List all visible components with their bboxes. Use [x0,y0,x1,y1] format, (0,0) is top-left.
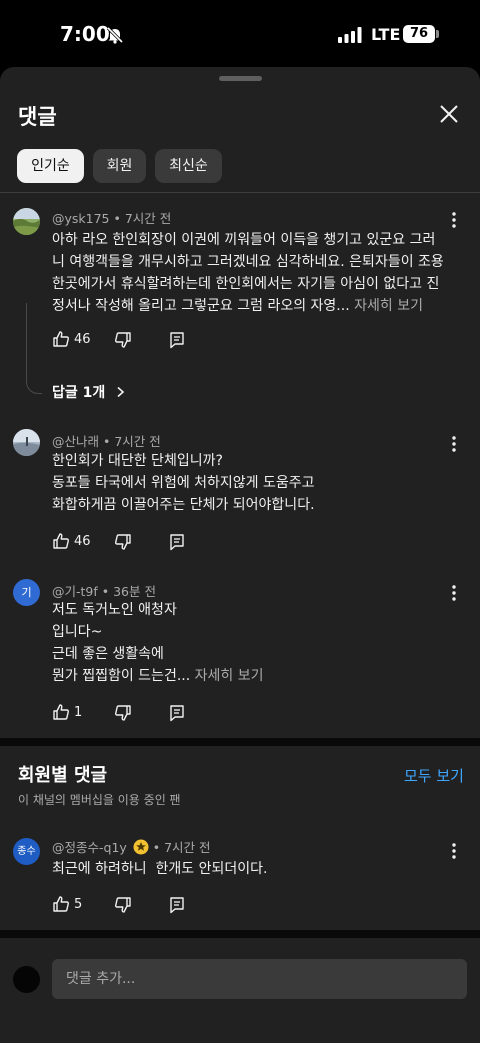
thumb-up-icon[interactable] [52,895,70,913]
battery-tip [436,30,439,38]
sheet-title: 댓글 [18,105,57,129]
member-badge-icon [133,839,149,855]
more-vert-icon[interactable] [444,210,464,230]
drag-handle[interactable] [219,76,262,81]
close-icon[interactable] [436,101,462,127]
comment-time: 7시간 전 [114,434,161,449]
current-user-avatar [13,966,40,993]
members-section-title: 회원별 댓글 [18,765,108,786]
like-count: 1 [74,705,83,720]
thumb-up-icon[interactable] [52,703,70,721]
bell-off-icon [106,26,124,44]
avatar[interactable]: 기 [13,579,40,606]
replies-toggle[interactable]: 답글 1개 [52,382,126,402]
reply-thread-line [26,303,42,394]
comment-body: 저도 독거노인 애청자 입니다~ 근데 좋은 생활속에 뭔가 찝찝함이 드는건.… [52,602,191,684]
comment-actions: 1 [52,703,192,723]
members-section-subtitle: 이 채널의 멤버십을 이용 중인 팬 [18,793,181,807]
reply-icon[interactable] [168,704,186,722]
comment-author[interactable]: @산나래 [52,434,99,449]
read-more-link[interactable]: 자세히 보기 [195,668,264,684]
section-divider [0,738,480,746]
add-comment-input[interactable]: 댓글 추가... [52,959,467,999]
section-divider [0,930,480,938]
comment-author-line: @산나래 • 7시간 전 [52,434,161,449]
filter-chip-members[interactable]: 회원 [93,149,146,183]
comment-author[interactable]: @정종수-q1y [52,840,127,855]
thumb-down-icon[interactable] [114,704,132,722]
comment-author-line: @기-t9f • 36분 전 [52,584,156,599]
reply-icon[interactable] [168,896,186,914]
status-bar: 7:00 LTE 76 [0,0,480,66]
like-count: 46 [74,332,91,347]
avatar[interactable] [13,429,40,456]
thumb-up-icon[interactable] [52,532,70,550]
comment-text: 아하 라오 한인회장이 이권에 끼워들어 이득을 챙기고 있군요 그러니 여행객… [52,229,448,317]
comment-body: 한인회가 대단한 단체입니까? 동포들 타국에서 위험에 처하지않게 도움주고 … [52,453,315,513]
reply-icon[interactable] [168,533,186,551]
comment-text: 저도 독거노인 애청자 입니다~ 근데 좋은 생활속에 뭔가 찝찝함이 드는건.… [52,599,448,687]
replies-label: 답글 1개 [52,385,106,401]
comment-actions: 46 [52,532,192,552]
like-count: 5 [74,897,83,912]
like-count: 46 [74,534,91,549]
filter-chip-popular[interactable]: 인기순 [17,149,84,183]
avatar[interactable] [13,208,40,235]
read-more-link[interactable]: 자세히 보기 [354,298,423,314]
thumb-up-icon[interactable] [52,330,70,348]
comment-author-line: @정종수-q1y • 7시간 전 [52,839,211,855]
battery-icon: 76 [403,25,435,43]
thumb-down-icon[interactable] [114,533,132,551]
network-type: LTE [371,25,401,44]
cellular-signal-icon [338,27,362,43]
comment-author-line: @ysk175 • 7시간 전 [52,211,172,226]
header-divider [0,192,480,193]
comment-body: 최근에 하려하니 한개도 안되더이다. [52,861,268,877]
landscape-avatar-icon [13,208,40,235]
comments-sheet: 댓글 인기순 회원 최신순 @ysk175 • 7시간 전 아하 라오 한인회장… [0,67,480,1043]
chevron-right-icon [117,386,125,398]
avatar[interactable]: 종수 [13,838,40,865]
photo-avatar-icon [13,429,40,456]
comment-author[interactable]: @기-t9f [52,584,98,599]
see-all-link[interactable]: 모두 보기 [404,765,464,786]
status-time: 7:00 [60,22,110,46]
thumb-down-icon[interactable] [114,331,132,349]
comment-composer: 댓글 추가... [0,947,480,1043]
comment-time: 7시간 전 [124,211,172,226]
comment-time: 7시간 전 [164,840,211,855]
reply-icon[interactable] [168,331,186,349]
thumb-down-icon[interactable] [114,896,132,914]
comment-actions: 46 [52,330,192,350]
comment-actions: 5 [52,895,192,915]
filter-chip-newest[interactable]: 최신순 [155,149,222,183]
comment-author[interactable]: @ysk175 [52,211,110,226]
comment-time: 36분 전 [113,584,156,599]
